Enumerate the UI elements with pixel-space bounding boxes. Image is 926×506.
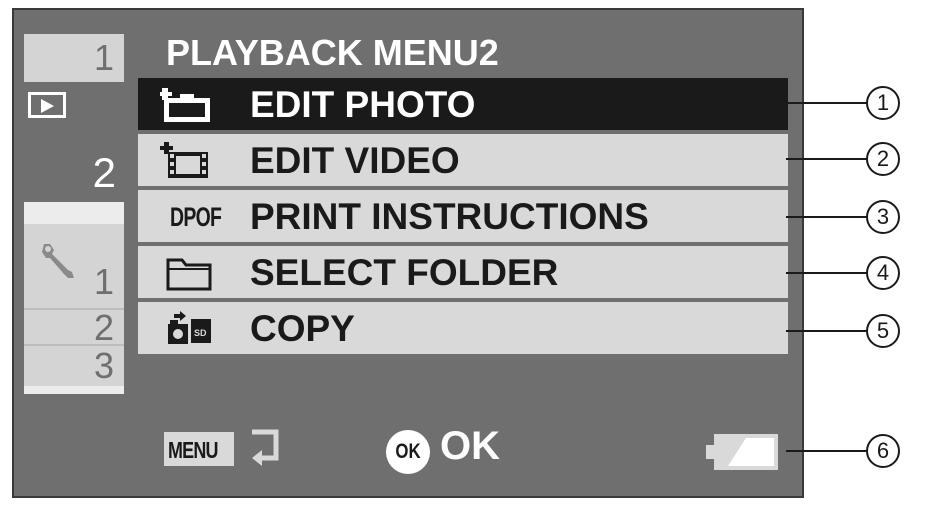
menu-item-edit-video[interactable]: EDIT VIDEO (138, 134, 788, 186)
svg-text:SD: SD (194, 328, 207, 338)
callout-2: 2 (866, 142, 900, 176)
callout-line-4 (786, 272, 868, 274)
menu-button[interactable]: MENU (164, 432, 234, 466)
tab-settings-2[interactable]: 2 (24, 307, 124, 348)
callout-line-3 (786, 216, 868, 218)
menu-item-label: EDIT VIDEO (250, 140, 460, 181)
menu-tab-column: 1 2 1 2 3 (24, 34, 124, 394)
camera-screen: 1 2 1 2 3 PLAYBACK MENU2 EDIT PHOTO EDIT… (12, 8, 804, 498)
menu-item-label: PRINT INSTRUCTIONS (250, 196, 649, 237)
callout-4: 4 (866, 256, 900, 290)
menu-item-copy[interactable]: SD COPY (138, 302, 788, 354)
return-icon (252, 429, 279, 466)
menu-item-label: COPY (250, 308, 355, 349)
menu-item-label: EDIT PHOTO (250, 84, 476, 125)
callout-1: 1 (866, 86, 900, 120)
dpof-icon: DPOF (160, 198, 222, 236)
ok-label: OK (440, 424, 500, 468)
battery-icon (706, 434, 778, 470)
tab-playback-2-number: 2 (92, 149, 116, 196)
callout-line-5 (786, 330, 868, 332)
folder-icon (166, 258, 212, 291)
tab-settings-1-number: 1 (93, 261, 114, 302)
ok-button[interactable]: OK (386, 430, 430, 474)
copy-icon: SD (168, 311, 211, 344)
menu-item-select-folder[interactable]: SELECT FOLDER (138, 246, 788, 298)
tab-settings-2-number: 2 (93, 307, 114, 348)
menu-item-label: SELECT FOLDER (250, 252, 559, 293)
callout-line-1 (786, 102, 868, 104)
wrench-icon (42, 244, 74, 278)
edit-photo-icon (160, 88, 210, 122)
menu-title: PLAYBACK MENU2 (166, 32, 499, 73)
tab-divider (24, 202, 124, 224)
callout-5: 5 (866, 314, 900, 348)
callout-line-2 (786, 158, 868, 160)
tab-settings-3[interactable]: 3 (24, 344, 124, 386)
callout-line-6 (786, 450, 868, 452)
menu-item-print-instructions[interactable]: DPOF PRINT INSTRUCTIONS (138, 190, 788, 242)
menu-item-edit-photo[interactable]: EDIT PHOTO (138, 78, 788, 130)
tab-settings-3-number: 3 (93, 345, 114, 386)
playback-icon (28, 92, 66, 118)
tab-playback-1[interactable]: 1 (24, 34, 124, 82)
callout-3: 3 (866, 200, 900, 234)
menu-button-label: MENU (168, 437, 218, 463)
tab-settings-1[interactable]: 1 (24, 224, 124, 308)
dpof-icon-text: DPOF (170, 202, 222, 232)
callout-6: 6 (866, 434, 900, 468)
bottom-guide-bar: MENU OK OK (14, 410, 802, 480)
edit-video-icon (160, 142, 208, 178)
ok-button-label: OK (395, 440, 421, 463)
tab-playback-1-number: 1 (93, 37, 114, 78)
tab-playback-2[interactable]: 2 (24, 82, 124, 202)
